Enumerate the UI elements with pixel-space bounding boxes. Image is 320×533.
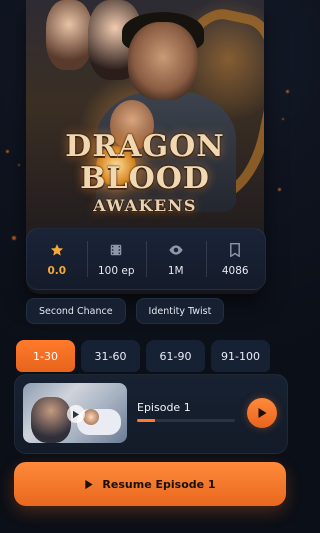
episode-title: Episode 1 (137, 401, 191, 414)
tag-identity-twist[interactable]: Identity Twist (135, 298, 225, 324)
ember-particle (12, 236, 16, 240)
rating-value: 0.0 (47, 265, 67, 277)
ember-particle (278, 188, 281, 191)
resume-button[interactable]: Resume Episode 1 (14, 462, 286, 506)
range-tab-61-90[interactable]: 61-90 (146, 340, 205, 372)
resume-button-label: Resume Episode 1 (102, 477, 216, 491)
ember-particle (286, 90, 289, 93)
episodes-count: 100 ep (97, 265, 135, 277)
episode-play-button[interactable] (247, 398, 277, 428)
stat-views: 1M (146, 229, 206, 289)
bookmark-icon[interactable] (229, 241, 241, 259)
episode-card[interactable]: Episode 1 (14, 374, 288, 454)
poster-title-line: DRAGON (65, 129, 225, 164)
thumbnail-play-icon (67, 405, 85, 423)
bookmarks-count: 4086 (221, 265, 249, 277)
episode-thumbnail[interactable] (23, 383, 127, 443)
ember-particle (282, 118, 284, 120)
poster-title-line: BLOOD (80, 161, 210, 196)
star-icon (50, 241, 64, 259)
stat-episodes: 100 ep (86, 229, 147, 289)
play-icon (85, 479, 94, 489)
poster-figure (128, 22, 198, 100)
thumbnail-figure (31, 397, 71, 443)
poster-title: DRAGON BLOOD AWAKENS (26, 132, 264, 214)
stat-rating: 0.0 (27, 229, 87, 289)
episode-progress-fill (137, 419, 155, 422)
range-tab-91-100[interactable]: 91-100 (211, 340, 270, 372)
poster-figure (46, 0, 92, 70)
genre-tags: Second Chance Identity Twist (26, 298, 225, 324)
thumbnail-figure (83, 409, 99, 425)
ember-particle (6, 150, 9, 153)
episode-range-tabs: 1-30 31-60 61-90 91-100 (16, 340, 270, 372)
views-count: 1M (167, 265, 184, 277)
range-tab-1-30[interactable]: 1-30 (16, 340, 75, 372)
film-icon (109, 241, 123, 259)
ember-particle (18, 164, 20, 166)
eye-icon (168, 241, 184, 259)
range-tab-31-60[interactable]: 31-60 (81, 340, 140, 372)
tag-second-chance[interactable]: Second Chance (26, 298, 126, 324)
episode-progress-bar (137, 419, 235, 422)
stat-bookmarks[interactable]: 4086 (205, 229, 266, 289)
poster-title-line: AWAKENS (93, 196, 197, 215)
play-icon (258, 408, 266, 418)
stats-bar: 0.0 100 ep 1M 4086 (26, 228, 266, 290)
